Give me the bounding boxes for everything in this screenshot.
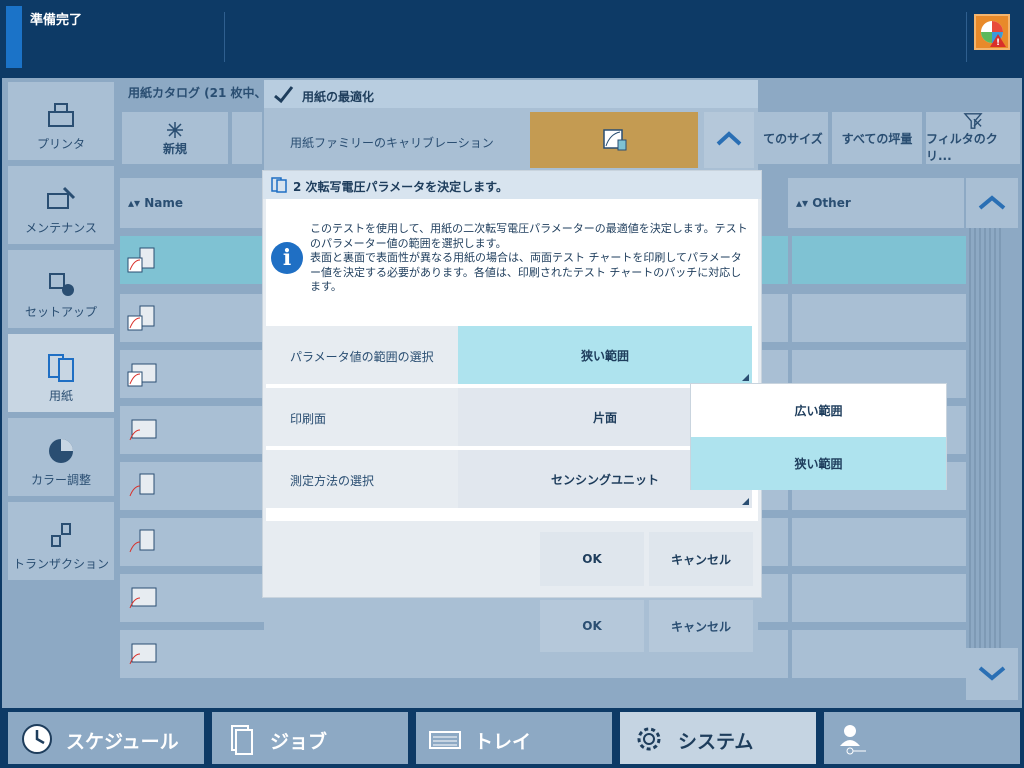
chevron-up-icon xyxy=(978,195,1006,210)
divider xyxy=(966,12,967,62)
toolbar-button[interactable] xyxy=(232,112,262,164)
all-weights-button[interactable]: すべての坪量 xyxy=(832,112,922,164)
clock-icon xyxy=(22,724,52,754)
paper-calibrated-icon xyxy=(129,643,157,665)
calibration-label: 用紙ファミリーのキャリブレーション xyxy=(290,136,494,150)
sidebar-item-maintenance[interactable]: メンテナンス xyxy=(8,166,114,244)
paper-optimization-title: 用紙の最適化 xyxy=(264,80,758,108)
paper-calibrated-icon xyxy=(129,587,157,609)
tab-system[interactable]: システム xyxy=(620,712,816,764)
column-header-other[interactable]: ▴▾ Other xyxy=(788,178,964,228)
sidebar: プリンタ メンテナンス セットアップ 用紙 カラー調整 トランザクション xyxy=(2,78,118,706)
range-dropdown: 広い範囲 狭い範囲 xyxy=(690,383,947,490)
setup-gear-icon xyxy=(49,273,74,296)
tab-label: スケジュール xyxy=(66,731,179,753)
paper-icon xyxy=(48,354,74,382)
paper-calibrated-icon xyxy=(129,473,155,497)
print-side-row: 印刷面 片面 xyxy=(266,388,752,446)
paper-calibrated-icon xyxy=(129,419,157,441)
tab-schedule[interactable]: スケジュール xyxy=(8,712,204,764)
top-status-bar xyxy=(0,0,1024,76)
column-other-label: Other xyxy=(812,196,851,210)
tab-label: ジョブ xyxy=(270,731,328,753)
status-text: 準備完了 xyxy=(30,13,83,28)
scroll-down-button[interactable] xyxy=(966,648,1018,700)
range-value: 狭い範囲 xyxy=(580,348,629,363)
dropdown-option-wide[interactable]: 広い範囲 xyxy=(691,384,946,437)
sidebar-item-printer[interactable]: プリンタ xyxy=(8,82,114,160)
color-wheel-icon xyxy=(49,439,73,463)
sparkle-icon xyxy=(167,121,183,138)
chevron-up-icon xyxy=(716,131,742,146)
tab-trays[interactable]: トレイ xyxy=(416,712,612,764)
tray-icon xyxy=(429,731,461,749)
column-header-name[interactable]: ▴▾ Name xyxy=(120,178,262,228)
print-side-value: 片面 xyxy=(592,410,617,425)
user-key-icon xyxy=(840,725,866,755)
scroll-up-button[interactable] xyxy=(966,178,1018,228)
sidebar-item-color[interactable]: カラー調整 xyxy=(8,418,114,496)
paper-calibrated-icon xyxy=(127,247,155,273)
paper-calibrated-icon xyxy=(127,363,157,387)
gear-icon xyxy=(637,727,661,751)
tab-label: トレイ xyxy=(474,731,532,753)
all-sizes-button[interactable]: てのサイズ xyxy=(758,112,828,164)
svg-text:!: ! xyxy=(996,38,1000,48)
paper-icon xyxy=(271,177,287,193)
measurement-value: センシングユニット xyxy=(550,472,659,487)
divider xyxy=(224,12,225,62)
paper-calibrated-icon xyxy=(127,305,155,331)
range-label: パラメータ値の範囲の選択 xyxy=(290,350,434,364)
checkmark-icon xyxy=(274,86,294,104)
info-icon: i xyxy=(271,242,303,274)
dialog-title: 2 次転写電圧パラメータを決定します。 xyxy=(263,171,761,199)
tab-jobs[interactable]: ジョブ xyxy=(212,712,408,764)
cancel-button[interactable]: キャンセル xyxy=(649,532,753,586)
measurement-row: 測定方法の選択 センシングユニット xyxy=(266,450,752,508)
color-warning-icon[interactable]: ! xyxy=(974,14,1010,50)
calibration-button[interactable] xyxy=(530,112,698,168)
sidebar-item-label: メンテナンス xyxy=(25,221,97,235)
filter-clear-button[interactable]: フィルタのクリ... xyxy=(926,112,1020,164)
catalog-title: 用紙カタログ (21 枚中、 xyxy=(128,86,267,100)
sidebar-item-label: トランザクション xyxy=(12,557,109,571)
sidebar-item-label: セットアップ xyxy=(24,305,97,319)
chevron-down-icon xyxy=(978,666,1006,681)
transaction-icon xyxy=(51,523,71,547)
tab-user[interactable] xyxy=(824,712,1020,764)
dropdown-option-narrow[interactable]: 狭い範囲 xyxy=(691,437,946,490)
column-name-label: Name xyxy=(144,196,184,210)
new-button[interactable]: 新規 xyxy=(122,112,228,164)
calibration-icon xyxy=(603,129,627,151)
dropdown-corner-icon xyxy=(742,374,749,381)
sidebar-item-setup[interactable]: セットアップ xyxy=(8,250,114,328)
sidebar-item-label: プリンタ xyxy=(36,137,85,151)
ok-button[interactable]: OK xyxy=(540,532,644,586)
new-label: 新規 xyxy=(162,141,187,156)
paper-calibrated-icon xyxy=(129,529,155,553)
info-text: このテストを使用して、用紙の二次転写電圧パラメーターの最適値を決定します。テスト… xyxy=(310,222,748,293)
printer-icon xyxy=(48,103,74,127)
range-select[interactable]: 狭い範囲 xyxy=(458,326,752,384)
status-indicator xyxy=(6,6,22,68)
wrench-icon xyxy=(47,186,76,209)
measurement-label: 測定方法の選択 xyxy=(290,474,375,488)
back-scroll-up-button[interactable] xyxy=(704,112,754,168)
filter-clear-icon xyxy=(963,113,983,129)
sidebar-item-label: 用紙 xyxy=(48,389,73,403)
dropdown-corner-icon xyxy=(742,498,749,505)
scrollbar[interactable] xyxy=(966,228,1006,648)
tab-label: システム xyxy=(678,731,754,753)
back-ok-button[interactable]: OK xyxy=(540,600,644,652)
scrollbar-track xyxy=(969,228,1001,648)
range-row: パラメータ値の範囲の選択 狭い範囲 xyxy=(266,326,752,384)
sidebar-item-paper[interactable]: 用紙 xyxy=(8,334,114,412)
document-icon xyxy=(231,725,253,755)
filter-clear-label: フィルタのクリ... xyxy=(926,132,998,163)
sidebar-item-label: カラー調整 xyxy=(30,473,91,487)
back-cancel-button[interactable]: キャンセル xyxy=(649,600,753,652)
print-side-label: 印刷面 xyxy=(290,412,327,426)
sidebar-item-transaction[interactable]: トランザクション xyxy=(8,502,114,580)
